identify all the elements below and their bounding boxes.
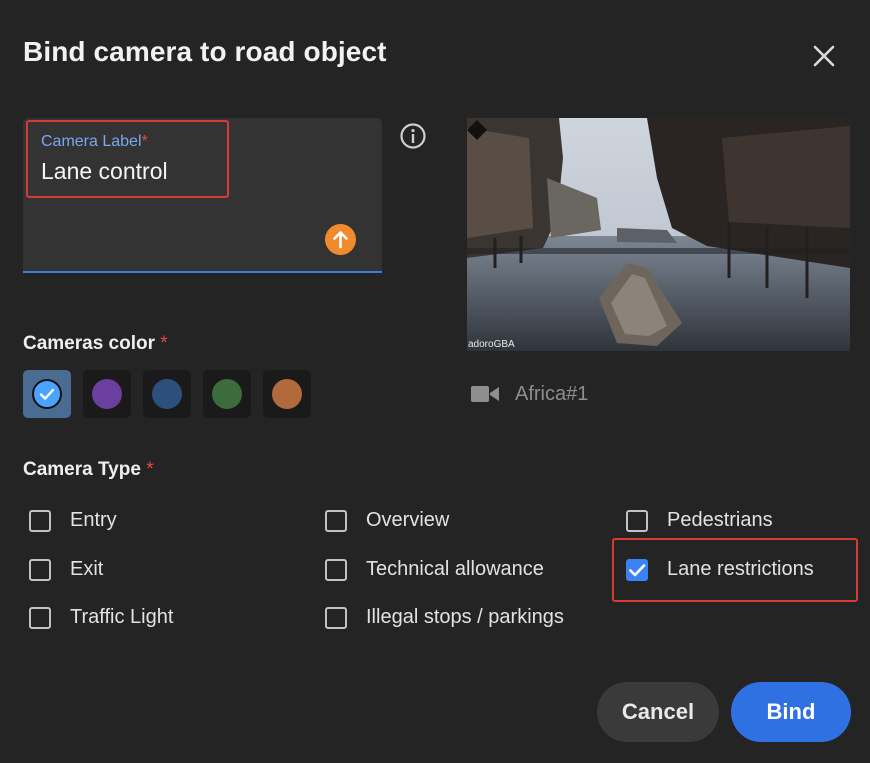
color-swatch-navy[interactable] [143, 370, 191, 418]
color-dot [152, 379, 182, 409]
checkbox-label: Exit [70, 558, 104, 580]
camera-label-input[interactable]: Lane control [41, 158, 168, 185]
checkbox-label: Overview [366, 509, 450, 531]
bind-camera-dialog: Bind camera to road object Camera Label*… [0, 0, 870, 763]
upload-button[interactable] [325, 224, 356, 255]
checkbox-box[interactable] [29, 607, 51, 629]
checkbox-box[interactable] [325, 607, 347, 629]
checkbox-box[interactable] [626, 510, 648, 532]
color-dot [92, 379, 122, 409]
color-dot [272, 379, 302, 409]
color-swatch-purple[interactable] [83, 370, 131, 418]
check-icon [39, 388, 55, 400]
required-mark: * [160, 333, 168, 354]
camera-type-title: Camera Type * [23, 459, 154, 480]
info-icon[interactable] [399, 122, 427, 150]
checkbox-label: Pedestrians [667, 509, 773, 531]
image-watermark: adoroGBA [468, 339, 515, 350]
checkbox-label: Entry [70, 509, 117, 531]
checkbox-label: Traffic Light [70, 606, 174, 628]
checkbox-box[interactable] [29, 559, 51, 581]
color-dot [212, 379, 242, 409]
close-icon[interactable] [808, 40, 840, 72]
checkbox-box[interactable] [29, 510, 51, 532]
cameras-color-title: Cameras color * [23, 333, 168, 354]
dialog-title: Bind camera to road object [23, 36, 387, 67]
camera-label-caption: Camera Label* [41, 133, 148, 150]
color-swatch-blue[interactable] [23, 370, 71, 418]
checkbox-label: Technical allowance [366, 558, 544, 580]
arrow-up-icon [333, 231, 348, 249]
checkbox-box[interactable] [325, 559, 347, 581]
checkbox-box[interactable] [325, 510, 347, 532]
color-swatch-green[interactable] [203, 370, 251, 418]
checkbox-label: Illegal stops / parkings [366, 606, 564, 628]
color-dot [32, 379, 62, 409]
required-mark: * [146, 459, 154, 480]
cancel-button[interactable]: Cancel [597, 682, 719, 742]
video-camera-icon [471, 386, 499, 402]
color-swatch-orange[interactable] [263, 370, 311, 418]
highlight-box [612, 538, 858, 602]
required-mark: * [141, 133, 148, 150]
bind-button[interactable]: Bind [731, 682, 851, 742]
camera-preview-image [467, 118, 850, 351]
camera-name: Africa#1 [515, 383, 589, 405]
